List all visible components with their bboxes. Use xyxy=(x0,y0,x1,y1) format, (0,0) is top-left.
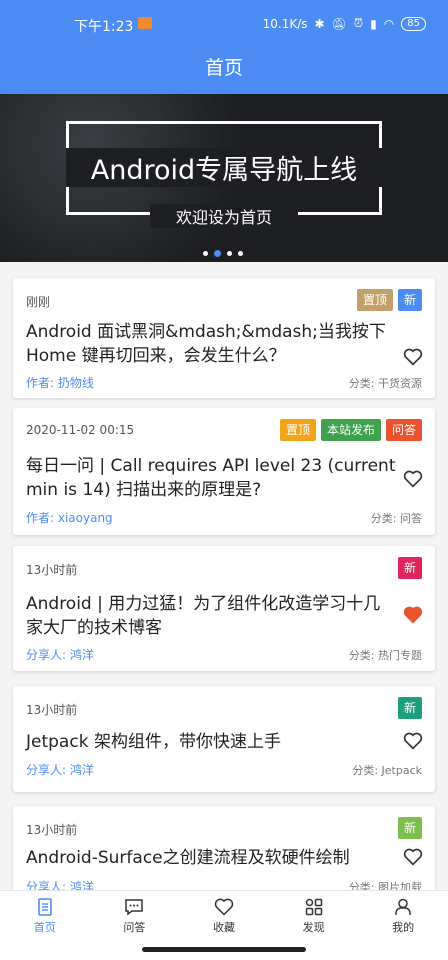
article-time: 刚刚 xyxy=(26,295,51,309)
person-icon xyxy=(395,898,411,915)
article-card[interactable]: 2020-11-02 00:15 置顶 本站发布 问答 每日一问 | Call … xyxy=(13,408,435,535)
tag-badge: 本站发布 xyxy=(320,419,381,441)
article-tags: 新 xyxy=(397,557,422,579)
network-speed: 10.1K/s xyxy=(262,16,308,31)
article-author[interactable]: 分享人: 鸿洋 xyxy=(26,646,94,663)
article-tags: 置顶 新 xyxy=(356,289,422,311)
article-tags: 新 xyxy=(397,817,422,839)
app-bar: 首页 xyxy=(0,46,448,94)
page-title: 首页 xyxy=(204,57,243,79)
carousel-indicator xyxy=(203,250,243,257)
carousel-dot[interactable] xyxy=(203,251,208,256)
home-gesture-bar[interactable] xyxy=(142,947,306,952)
article-tags: 新 xyxy=(397,697,422,719)
article-time: 2020-11-02 00:15 xyxy=(26,423,135,437)
banner-subtitle: 欢迎设为首页 xyxy=(150,204,298,228)
article-title[interactable]: Android-Surface之创建流程及软硬件绘制 xyxy=(26,846,396,870)
tab-discover[interactable]: 发现 xyxy=(269,891,359,941)
banner-title: Android专属导航上线 xyxy=(66,148,382,187)
carousel-dot[interactable] xyxy=(238,251,243,256)
tab-qa[interactable]: 问答 xyxy=(90,891,180,941)
tab-label: 我的 xyxy=(392,921,415,934)
article-category[interactable]: 分类: 干货资源 xyxy=(349,375,422,391)
tab-label: 收藏 xyxy=(212,921,235,934)
system-nav-bar xyxy=(0,940,448,960)
article-time: 13小时前 xyxy=(26,703,78,717)
battery-icon: 85 xyxy=(401,16,426,31)
article-card[interactable]: 13小时前 新 Jetpack 架构组件，带你快速上手 分享人: 鸿洋 分类: … xyxy=(13,686,435,792)
article-category[interactable]: 分类: 问答 xyxy=(371,510,422,526)
article-card[interactable]: 13小时前 新 Android-Surface之创建流程及软硬件绘制 分享人: … xyxy=(13,806,435,890)
article-author[interactable]: 分享人: 鸿洋 xyxy=(26,878,94,890)
tag-badge: 新 xyxy=(397,557,422,579)
article-title[interactable]: 每日一问 | Call requires API level 23 (curre… xyxy=(26,454,396,502)
bottom-tab-bar: 首页 问答 收藏 发现 我的 xyxy=(0,890,448,941)
tag-badge: 新 xyxy=(397,697,422,719)
tag-badge: 新 xyxy=(397,289,422,311)
tab-mine[interactable]: 我的 xyxy=(358,891,448,941)
status-bar: 下午1:23 10.1K/s ✱ 🔕︎ ⏰︎ ▮ ◠ 85 xyxy=(0,0,448,46)
article-category[interactable]: 分类: 图片加载 xyxy=(349,879,422,890)
article-card[interactable]: 13小时前 新 Android | 用力过猛！为了组件化改造学习十几家大厂的技术… xyxy=(13,546,435,671)
article-category[interactable]: 分类: Jetpack xyxy=(352,762,422,778)
article-list[interactable]: 刚刚 置顶 新 Android 面试黑洞&mdash;&mdash;当我按下 H… xyxy=(0,262,448,890)
carousel-dot-active[interactable] xyxy=(214,250,221,257)
tab-home[interactable]: 首页 xyxy=(0,891,90,941)
article-author[interactable]: 分享人: 鸿洋 xyxy=(26,761,94,778)
signal-icon: ▮ xyxy=(370,16,377,31)
article-title[interactable]: Android | 用力过猛！为了组件化改造学习十几家大厂的技术博客 xyxy=(26,592,396,640)
home-doc-icon xyxy=(37,898,52,916)
article-time: 13小时前 xyxy=(26,563,78,577)
wifi-icon: ◠ xyxy=(383,16,395,31)
article-author[interactable]: 作者: 扔物线 xyxy=(26,374,94,391)
heart-icon[interactable] xyxy=(403,848,423,866)
article-category[interactable]: 分类: 热门专题 xyxy=(349,647,422,663)
tab-label: 问答 xyxy=(123,921,146,934)
heart-icon xyxy=(214,898,234,916)
carousel-dot[interactable] xyxy=(227,251,232,256)
bluetooth-icon: ✱ xyxy=(314,16,325,31)
heart-icon[interactable] xyxy=(403,348,423,366)
tag-badge: 置顶 xyxy=(279,419,316,441)
heart-icon[interactable] xyxy=(403,732,423,750)
chat-icon xyxy=(125,899,144,916)
heart-filled-icon[interactable] xyxy=(403,606,423,624)
grid-icon xyxy=(305,898,322,916)
mute-icon: 🔕︎ xyxy=(331,16,347,31)
article-card[interactable]: 刚刚 置顶 新 Android 面试黑洞&mdash;&mdash;当我按下 H… xyxy=(13,278,435,398)
tab-label: 发现 xyxy=(302,921,325,934)
recording-icon xyxy=(138,17,152,29)
banner-carousel[interactable]: Android专属导航上线 欢迎设为首页 xyxy=(0,94,448,262)
article-tags: 置顶 本站发布 问答 xyxy=(279,419,422,441)
tab-label: 首页 xyxy=(33,921,56,934)
alarm-icon: ⏰︎ xyxy=(353,16,364,30)
article-title[interactable]: Jetpack 架构组件，带你快速上手 xyxy=(26,730,396,754)
heart-icon[interactable] xyxy=(403,470,423,488)
status-time: 下午1:23 xyxy=(74,19,134,35)
tag-badge: 问答 xyxy=(385,419,422,441)
article-time: 13小时前 xyxy=(26,823,78,837)
tag-badge: 置顶 xyxy=(356,289,393,311)
tag-badge: 新 xyxy=(397,817,422,839)
article-author[interactable]: 作者: xiaoyang xyxy=(26,509,113,526)
article-title[interactable]: Android 面试黑洞&mdash;&mdash;当我按下 Home 键再切回… xyxy=(26,320,396,368)
tab-favorites[interactable]: 收藏 xyxy=(179,891,269,941)
status-icons: 10.1K/s ✱ 🔕︎ ⏰︎ ▮ ◠ 85 xyxy=(263,16,426,31)
